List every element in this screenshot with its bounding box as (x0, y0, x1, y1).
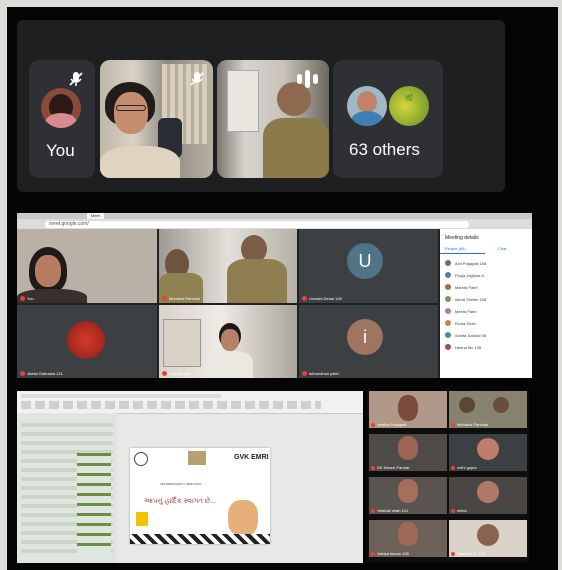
participant-initial-avatar: U (347, 243, 383, 279)
participant-row[interactable]: Mamta Patel (445, 282, 527, 292)
grid-tile-2[interactable]: Mrindula Panchal (159, 229, 297, 303)
participant-name: Mrindula Panchal (169, 296, 200, 301)
grid-tile-4[interactable]: Jeetal Gabrawa 121 (17, 305, 157, 378)
national-emblem-icon (188, 451, 206, 465)
gallery-tile[interactable]: Mrindula Panchal (449, 391, 527, 428)
speaking-indicator-icon (297, 70, 318, 88)
mic-off-icon (451, 508, 455, 513)
slide-brand: GVK EMRI (234, 454, 269, 461)
grid-tile-5[interactable]: Vaishal Jain (159, 305, 297, 378)
self-tile[interactable]: You (29, 60, 95, 178)
gallery-tile[interactable]: Vaishali shah 121 (369, 477, 447, 514)
emblem-icon (134, 452, 148, 466)
participant-name: Ishrandhsa patel (309, 371, 339, 376)
mic-off-icon (20, 371, 25, 376)
mic-off-icon (451, 465, 455, 470)
participant-tile-2[interactable] (217, 60, 329, 178)
mascot-icon (228, 500, 258, 536)
slide-heading: આપનું હાર્દિક સ્વાગત છે... (144, 498, 217, 505)
presentation-ribbon (17, 391, 363, 414)
grid-tile-1[interactable]: You (17, 229, 157, 303)
current-slide: GVK EMRI 108 EMERGENCY SERVICES આપનું હા… (130, 448, 270, 544)
mic-off-icon (302, 296, 307, 301)
mic-off-icon (371, 465, 375, 470)
mic-off-icon (451, 422, 455, 427)
mic-off-icon (451, 551, 455, 556)
panel-title: Meeting details (445, 235, 479, 241)
logo-icon (136, 512, 148, 526)
mic-off-icon (162, 296, 167, 301)
participant-initial-avatar: i (347, 319, 383, 355)
mic-off-icon (371, 508, 375, 513)
participant-gallery: Varsha Prajapati Mrindula Panchal DK Min… (367, 391, 529, 563)
call-strip: You 🌿 63 others (17, 20, 505, 192)
meet-window: Meet meet.google.com/ You Mrindula Panch… (17, 213, 532, 378)
tab-chat[interactable]: Chat (498, 246, 506, 251)
mic-off-icon (20, 296, 25, 301)
participant-avatar (67, 321, 105, 359)
participant-row[interactable]: Richa Shah (445, 318, 527, 328)
self-tile-label: You (46, 141, 75, 160)
grid-tile-3[interactable]: U Urvashi Desai 108 (299, 229, 438, 303)
browser-tabstrip: Meet (17, 213, 532, 219)
meeting-details-panel: Meeting details People (64) Chat Anil Pr… (440, 229, 532, 378)
participant-name: Jeetal Gabrawa 121 (27, 371, 63, 376)
others-tile[interactable]: 🌿 63 others (333, 60, 443, 178)
participant-row[interactable]: Heena Mo 108 (445, 342, 527, 352)
gallery-tile[interactable]: Varsha Prajapati (369, 391, 447, 428)
participant-row[interactable]: Ishrat Sheikh 108 (445, 294, 527, 304)
participant-tile-1[interactable] (100, 60, 213, 178)
participant-row[interactable]: Pooja Jaghela 8 (445, 270, 527, 280)
gallery-tile[interactable]: Sparsha 14 108 (449, 520, 527, 557)
self-avatar (41, 88, 81, 128)
browser-tab[interactable]: Meet (87, 213, 104, 219)
browser-chrome: Meet meet.google.com/ (17, 213, 532, 229)
others-count-label: 63 others (349, 140, 420, 159)
gallery-tile[interactable]: shina (449, 477, 527, 514)
participant-name: Vaishal Jain (169, 371, 191, 376)
grid-tile-6[interactable]: i Ishrandhsa patel (299, 305, 438, 378)
gallery-tile[interactable]: nidhi gupta (449, 434, 527, 471)
other-avatar-2: 🌿 (389, 86, 429, 126)
participant-row[interactable]: Sunita Solanki 08 (445, 330, 527, 340)
participant-name: You (27, 296, 34, 301)
mic-off-icon (302, 371, 307, 376)
shared-presentation: GVK EMRI 108 EMERGENCY SERVICES આપનું હા… (17, 391, 363, 563)
other-avatar-1 (347, 86, 387, 126)
tab-people[interactable]: People (64) (445, 246, 466, 251)
participant-row[interactable]: Meeta Patel (445, 306, 527, 316)
address-bar[interactable]: meet.google.com/ (45, 221, 469, 228)
gallery-tile[interactable]: Vaidya kanan 108 (369, 520, 447, 557)
participant-name: Urvashi Desai 108 (309, 296, 342, 301)
slide-subtitle: 108 EMERGENCY SERVICES (160, 482, 202, 486)
participant-row[interactable]: Anil Prajapati 108 (445, 258, 527, 268)
slide-thumbnail-pane[interactable] (17, 413, 117, 563)
mic-off-icon (69, 72, 83, 86)
mic-off-icon (190, 72, 204, 86)
mic-off-icon (162, 371, 167, 376)
gallery-tile[interactable]: DK Minaxi Parmar (369, 434, 447, 471)
mic-off-icon (371, 551, 375, 556)
mic-off-icon (371, 422, 375, 427)
